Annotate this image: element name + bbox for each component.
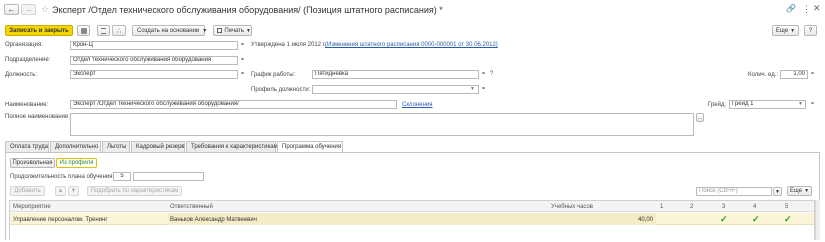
open-link-icon[interactable]: ⚭ (240, 41, 245, 50)
select-by-characteristics-button[interactable]: Подобрать по характеристикам (87, 186, 182, 196)
duration-field[interactable]: 5 (113, 172, 131, 181)
close-icon[interactable]: ✕ (813, 3, 821, 14)
move-up-button[interactable]: ▲ (55, 186, 66, 196)
row-hours[interactable]: 40,00 (638, 217, 653, 223)
search-input[interactable]: Поиск (Ctrl+F) (696, 187, 772, 196)
col-3[interactable]: 3 (722, 204, 725, 210)
row-responsible[interactable]: Ваньков Александр Матвеевич (170, 217, 257, 223)
position-label: Должность: (5, 72, 38, 78)
tab-additional[interactable]: Дополнительно (50, 141, 101, 152)
check-icon[interactable]: ✓ (720, 214, 728, 225)
open-link-icon[interactable]: ⚭ (481, 70, 486, 79)
duration-unit-field[interactable] (133, 172, 204, 181)
printer-icon (217, 28, 223, 33)
count-label: Колич. ед.: (748, 72, 779, 78)
check-icon[interactable]: ✓ (752, 214, 760, 225)
open-link-icon[interactable]: ⚭ (810, 70, 815, 79)
schedule-label: График работы: (251, 72, 296, 78)
tab-requirements[interactable]: Требования к характеристикам (186, 141, 278, 152)
help-q-icon[interactable]: ? (490, 70, 493, 79)
add-button[interactable]: Добавить (10, 186, 45, 196)
chevron-down-icon[interactable]: ▼ (470, 85, 475, 94)
col-5[interactable]: 5 (785, 204, 788, 210)
tab-reserve[interactable]: Кадровый резерв (131, 141, 185, 152)
approved-link[interactable]: (Изменения штатного расписания 0000-0000… (325, 42, 498, 48)
save-button[interactable] (77, 25, 90, 36)
declension-link[interactable]: Склонения (402, 102, 433, 108)
favorite-star-icon[interactable]: ☆ (41, 4, 49, 15)
tab-payment[interactable]: Оплата труда (5, 141, 49, 152)
col-2[interactable]: 2 (690, 204, 693, 210)
more-button[interactable]: Еще ▼ (772, 25, 799, 36)
help-button[interactable]: ? (804, 25, 817, 36)
col-event[interactable]: Мероприятие (13, 204, 51, 210)
link-icon[interactable]: 🔗 (786, 4, 796, 13)
open-link-icon[interactable]: ⚭ (481, 85, 486, 94)
count-field[interactable]: 1,00 (780, 70, 808, 79)
schedule-field[interactable]: Пятидневка (312, 70, 479, 79)
row-event[interactable]: Управление персоналом. Тренинг (13, 217, 108, 223)
fullname-label: Полное наименование: (5, 114, 70, 120)
page-title: Эксперт /Отдел технического обслуживания… (52, 5, 443, 15)
forward-button[interactable]: → (21, 4, 36, 15)
menu-dots-icon[interactable]: ⋮ (802, 4, 811, 15)
toggle-arbitrary[interactable]: Произвольная (10, 158, 55, 168)
col-1[interactable]: 1 (660, 204, 663, 210)
list-icon (101, 27, 106, 34)
open-link-icon[interactable]: ⚭ (810, 100, 815, 109)
move-down-button[interactable]: ▼ (68, 186, 79, 196)
open-link-icon[interactable]: ⚭ (240, 70, 245, 79)
approved-text: Утверждена 1 июля 2012 г. (251, 42, 326, 48)
print-button[interactable]: Печать ▼ (213, 25, 252, 36)
tab-benefits[interactable]: Льготы (102, 141, 130, 152)
duration-label: Продолжительность плана обучения: (10, 174, 115, 180)
search-dropdown-button[interactable]: ▼ (773, 187, 782, 196)
fullname-expand-button[interactable]: … (696, 113, 704, 122)
scrollbar[interactable] (815, 200, 820, 240)
table-more-button[interactable]: Еще ▼ (787, 186, 812, 196)
col-4[interactable]: 4 (753, 204, 756, 210)
save-close-button[interactable]: Записать и закрыть (5, 25, 73, 36)
dept-field[interactable]: Отдел технического обслуживания оборудов… (70, 56, 238, 65)
chevron-down-icon: ▼ (804, 188, 810, 194)
floppy-icon (80, 27, 87, 34)
chevron-down-icon: ▼ (246, 27, 251, 34)
grade-field[interactable]: Грейд 1 (729, 100, 806, 109)
name-field[interactable]: Эксперт /Отдел технического обслуживания… (70, 100, 397, 109)
grade-label: Грейд: (708, 102, 727, 108)
toggle-profile[interactable]: Из профиля (56, 158, 97, 168)
paperclip-icon: ∴ (116, 27, 122, 35)
col-responsible[interactable]: Ответственный (170, 204, 213, 210)
back-button[interactable]: ← (4, 4, 19, 15)
dept-label: Подразделение: (5, 57, 51, 63)
table-header (10, 201, 814, 212)
position-field[interactable]: Эксперт (70, 70, 238, 79)
chevron-down-icon: ▼ (202, 27, 208, 34)
delete-button[interactable] (97, 25, 110, 36)
profile-label: Профиль должности: (251, 87, 311, 93)
chevron-down-icon[interactable]: ▼ (798, 100, 803, 109)
profile-field[interactable] (312, 85, 479, 94)
create-based-button[interactable]: Создать на основании ▼ (132, 25, 208, 36)
name-label: Наименование: (5, 102, 49, 108)
open-link-icon[interactable]: ⚭ (240, 56, 245, 65)
org-field[interactable]: Крон-Ц (70, 41, 238, 50)
check-icon[interactable]: ✓ (784, 214, 792, 225)
org-label: Организация: (5, 42, 43, 48)
fullname-field[interactable] (70, 113, 694, 136)
attach-button[interactable]: ∴ (112, 25, 126, 36)
chevron-down-icon: ▼ (790, 27, 796, 34)
col-hours[interactable]: Учебных часов (551, 204, 593, 210)
